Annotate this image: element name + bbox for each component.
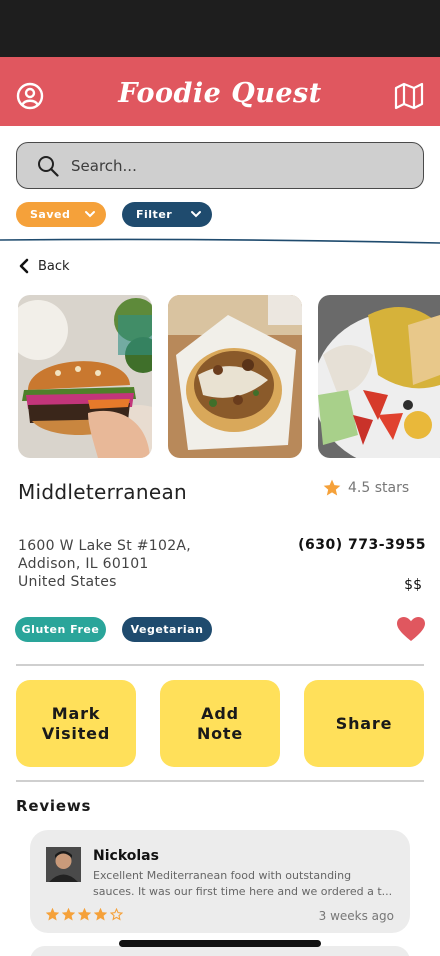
search-icon xyxy=(38,156,59,177)
food-photo-fries[interactable] xyxy=(168,295,302,458)
heart-icon[interactable] xyxy=(396,616,426,642)
share-button[interactable]: Share xyxy=(304,680,424,767)
star-filled-icon xyxy=(94,908,107,921)
address-line: 1600 W Lake St #102A, xyxy=(18,538,192,554)
star-filled-icon xyxy=(62,908,75,921)
price-level: $$ xyxy=(404,577,422,593)
back-button[interactable]: Back xyxy=(18,258,70,274)
review-card[interactable]: Nickolas Excellent Mediterranean food wi… xyxy=(30,830,410,933)
review-rating xyxy=(46,908,123,921)
add-note-button[interactable]: Add Note xyxy=(160,680,280,767)
star-icon xyxy=(323,479,341,496)
chevron-down-icon xyxy=(191,211,201,218)
filter-dropdown-label: Filter xyxy=(136,208,173,221)
food-photo-burger[interactable] xyxy=(18,295,152,458)
chevron-down-icon xyxy=(85,211,95,218)
search-bar[interactable] xyxy=(16,142,424,189)
address-line: Addison, IL 60101 xyxy=(18,556,149,572)
divider xyxy=(16,780,424,782)
home-indicator xyxy=(119,940,321,947)
rating: 4.5 stars xyxy=(322,478,409,498)
review-text-line: sauces. It was our first time here and w… xyxy=(93,885,393,898)
filter-dropdown[interactable]: Filter xyxy=(122,202,212,227)
search-input[interactable] xyxy=(71,143,411,188)
tag-gluten-free: Gluten Free xyxy=(15,617,106,642)
mark-visited-button[interactable]: Mark Visited xyxy=(16,680,136,767)
review-card[interactable] xyxy=(30,946,410,956)
map-icon[interactable] xyxy=(394,82,424,110)
review-text: Excellent Mediterranean food with outsta… xyxy=(93,868,398,900)
rating-text: 4.5 stars xyxy=(348,480,410,496)
tag-vegetarian: Vegetarian xyxy=(122,617,212,642)
star-outline-icon xyxy=(110,908,123,921)
app-title: Foodie Quest xyxy=(118,78,322,109)
address-line: United States xyxy=(18,574,117,590)
restaurant-name: Middleterranean xyxy=(18,480,187,504)
review-text-line: Excellent Mediterranean food with outsta… xyxy=(93,869,352,882)
restaurant-address: 1600 W Lake St #102A, Addison, IL 60101 … xyxy=(18,537,191,591)
avatar xyxy=(46,847,81,882)
food-photo-plate[interactable] xyxy=(318,295,440,458)
star-filled-icon xyxy=(46,908,59,921)
review-author: Nickolas xyxy=(93,848,159,864)
saved-dropdown-label: Saved xyxy=(30,208,71,221)
status-bar xyxy=(0,0,440,57)
header-divider xyxy=(0,238,440,244)
phone-number[interactable]: (630) 773-3955 xyxy=(298,537,426,553)
review-time: 3 weeks ago xyxy=(318,909,394,923)
star-filled-icon xyxy=(78,908,91,921)
back-label: Back xyxy=(38,258,70,274)
chevron-left-icon xyxy=(19,258,29,274)
saved-dropdown[interactable]: Saved xyxy=(16,202,106,227)
reviews-heading: Reviews xyxy=(16,797,92,815)
divider xyxy=(16,664,424,666)
